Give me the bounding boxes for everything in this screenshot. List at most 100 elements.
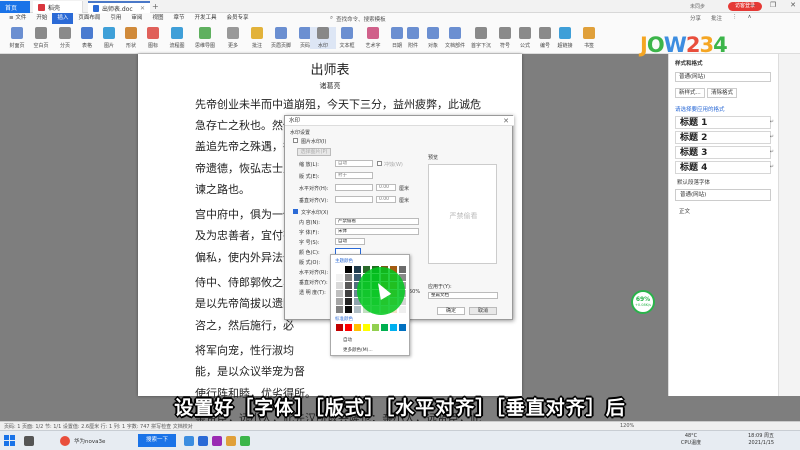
menu-item[interactable]: 章节 — [168, 13, 189, 24]
ribbon-button[interactable]: 首字下沉 — [468, 27, 494, 49]
layout-select[interactable]: 衬于 — [335, 172, 373, 179]
menu-item[interactable]: 开始 — [31, 13, 52, 24]
h-align-select[interactable] — [335, 184, 373, 191]
color-swatch[interactable] — [354, 306, 361, 313]
tab-document[interactable]: 出师表.doc ✕ — [88, 1, 150, 13]
menu-item[interactable]: 会员专享 — [221, 13, 253, 24]
standard-color-swatch[interactable] — [381, 324, 388, 331]
ribbon-button[interactable]: 超链接 — [552, 27, 578, 49]
body-style-item[interactable]: 正文 — [679, 207, 690, 215]
default-font-item[interactable]: 默认段落字体 — [677, 178, 710, 186]
wechat-icon[interactable] — [240, 436, 250, 446]
ribbon-button[interactable]: 水印 — [310, 27, 336, 49]
choose-picture-button[interactable]: 选择图片(P) — [297, 148, 331, 156]
color-swatch[interactable] — [345, 282, 352, 289]
cancel-button[interactable]: 取消 — [469, 307, 497, 315]
picture-watermark-checkbox[interactable] — [293, 138, 298, 143]
clear-format-button[interactable]: 清除格式 — [707, 88, 738, 98]
menu-right-item[interactable]: ∧ — [748, 14, 752, 22]
ok-button[interactable]: 确定 — [437, 307, 465, 315]
color-swatch[interactable] — [345, 274, 352, 281]
color-swatch[interactable] — [336, 290, 343, 297]
windows-start-icon[interactable] — [4, 435, 15, 446]
standard-color-swatch[interactable] — [372, 324, 379, 331]
menu-item[interactable]: ≡ 文件 — [4, 13, 31, 24]
menu-right-item[interactable]: 批注 — [711, 14, 722, 22]
color-swatch[interactable] — [354, 266, 361, 273]
more-colors-option[interactable]: 更多颜色(M)... — [343, 347, 373, 353]
heading-style-item[interactable]: 标题 1 — [675, 116, 771, 129]
taskbar-clock[interactable]: 18:09 周五 2021/1/15 — [732, 433, 774, 447]
color-swatch[interactable] — [336, 266, 343, 273]
ribbon-button[interactable]: 页眉页脚 — [268, 27, 294, 49]
v-align-select[interactable] — [335, 196, 373, 203]
menu-item[interactable]: 开发工具 — [189, 13, 221, 24]
zoom-level[interactable]: 120% — [620, 423, 634, 429]
ribbon-button[interactable]: 思维导图 — [192, 27, 218, 49]
ribbon-button[interactable]: 艺术字 — [360, 27, 386, 49]
washout-checkbox[interactable] — [377, 161, 382, 166]
standard-color-swatch[interactable] — [354, 324, 361, 331]
content-input[interactable]: 严禁偷看 — [335, 218, 419, 225]
color-swatch[interactable] — [345, 290, 352, 297]
heading-style-item[interactable]: 标题 3 — [675, 146, 771, 159]
tab-app[interactable]: 稻壳 — [33, 1, 83, 13]
ribbon-button[interactable]: 流程图 — [164, 27, 190, 49]
command-search[interactable]: ⌕ 查找命令、搜索模板 — [330, 14, 420, 23]
color-swatch[interactable] — [399, 266, 406, 273]
ribbon-button[interactable]: 文本框 — [334, 27, 360, 49]
font-select[interactable]: 宋体 — [335, 228, 419, 235]
h-offset-input[interactable]: 0.00 — [376, 184, 396, 191]
menu-right-item[interactable]: ⋮ — [732, 14, 738, 22]
close-window-icon[interactable]: ✕ — [790, 1, 796, 9]
standard-color-swatch[interactable] — [345, 324, 352, 331]
standard-color-swatch[interactable] — [399, 324, 406, 331]
taskbar-search[interactable]: 搜索一下 — [138, 434, 176, 447]
sync-status[interactable]: 未同步 — [690, 3, 705, 10]
auto-color-option[interactable]: 自动 — [343, 337, 352, 343]
heading-style-item[interactable]: 标题 2 — [675, 131, 771, 144]
color-swatch[interactable] — [336, 298, 343, 305]
minimize-icon[interactable]: — — [749, 1, 756, 9]
ribbon-button[interactable]: 书签 — [576, 27, 602, 49]
menu-right-item[interactable]: 分享 — [690, 14, 701, 22]
premiere-icon[interactable] — [212, 436, 222, 446]
cpu-usage-badge[interactable]: 69% +0.08K/s — [631, 290, 655, 314]
restore-icon[interactable]: ❐ — [770, 1, 776, 9]
heading-style-item[interactable]: 标题 4 — [675, 161, 771, 174]
color-swatch[interactable] — [336, 306, 343, 313]
apply-to-select[interactable]: 整篇文档 — [428, 292, 498, 299]
standard-color-swatch[interactable] — [336, 324, 343, 331]
text-watermark-checkbox[interactable] — [293, 209, 298, 214]
standard-color-swatch[interactable] — [363, 324, 370, 331]
menu-item[interactable]: 页面布局 — [73, 13, 105, 24]
color-swatch[interactable] — [345, 298, 352, 305]
wps-icon[interactable] — [198, 436, 208, 446]
menu-item[interactable]: 审阅 — [126, 13, 147, 24]
zoom-select[interactable]: 自动 — [335, 160, 373, 167]
ribbon-button[interactable]: 文档部件 — [442, 27, 468, 49]
v-offset-input[interactable]: 0.00 — [376, 196, 396, 203]
new-style-button[interactable]: 新样式... — [675, 88, 705, 98]
folder-icon[interactable] — [226, 436, 236, 446]
close-tab-icon[interactable]: ✕ — [140, 5, 145, 12]
normal-web-item[interactable]: 普通(网站) — [675, 189, 771, 201]
menu-item[interactable]: 视图 — [147, 13, 168, 24]
ribbon-button[interactable]: 封面页 — [4, 27, 30, 49]
dialog-close-icon[interactable]: ✕ — [503, 116, 509, 126]
phone-app-icon[interactable] — [60, 436, 70, 446]
color-swatch[interactable] — [336, 282, 343, 289]
task-view-icon[interactable] — [24, 436, 34, 446]
color-swatch[interactable] — [399, 306, 406, 313]
browser-icon[interactable] — [184, 436, 194, 446]
current-style-select[interactable]: 普通(网站) — [675, 72, 771, 82]
menu-item[interactable]: 引用 — [105, 13, 126, 24]
new-tab-button[interactable]: + — [152, 2, 159, 11]
menu-item[interactable]: 插入 — [52, 13, 74, 24]
ribbon-button[interactable]: 图标 — [140, 27, 166, 49]
color-swatch[interactable] — [345, 266, 352, 273]
standard-color-swatch[interactable] — [390, 324, 397, 331]
ribbon-button[interactable]: 更多 — [220, 27, 246, 49]
size-select[interactable]: 自动 — [335, 238, 365, 245]
color-swatch[interactable] — [345, 306, 352, 313]
